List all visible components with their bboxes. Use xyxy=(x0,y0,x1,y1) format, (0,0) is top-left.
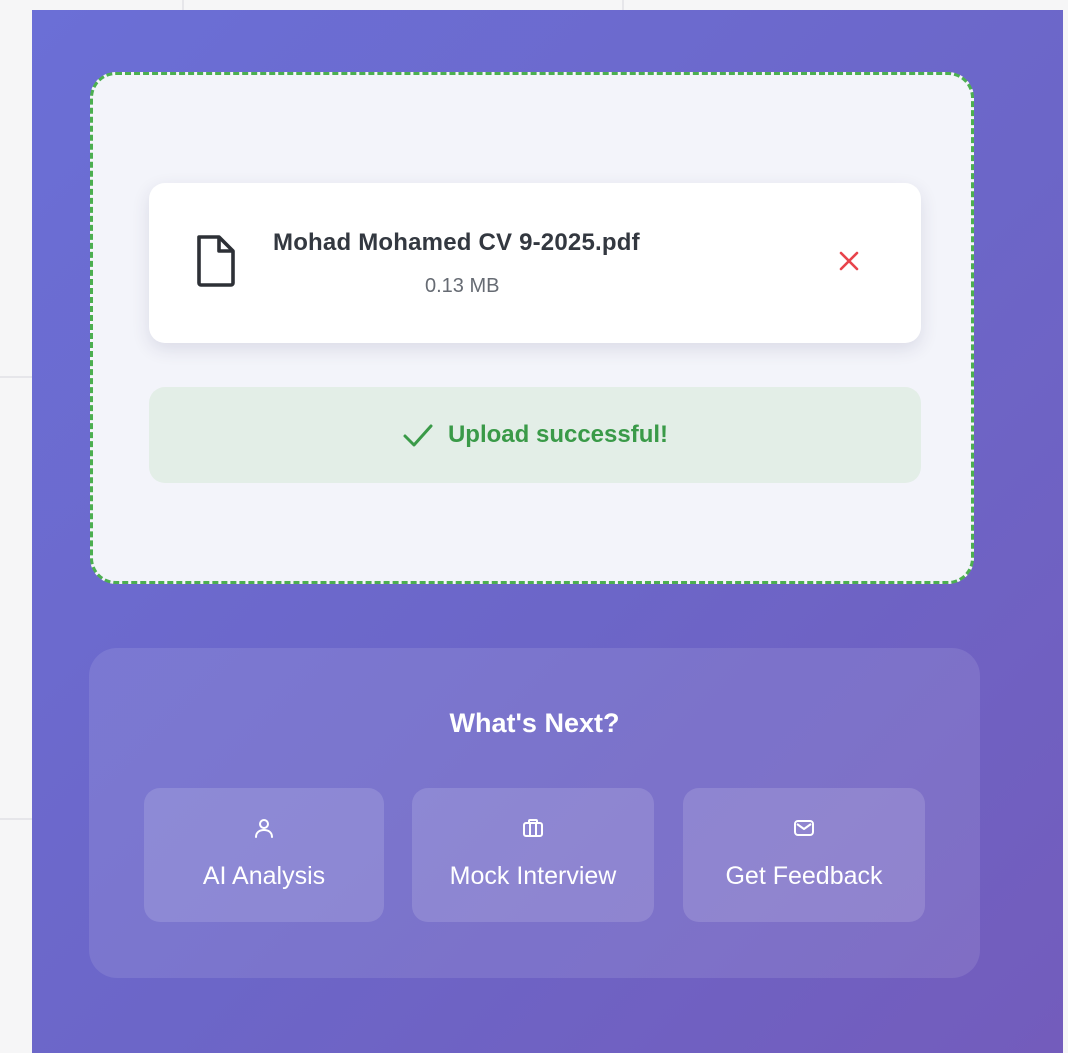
card-label: Mock Interview xyxy=(449,862,617,890)
file-icon xyxy=(197,235,235,287)
mail-icon xyxy=(794,820,814,836)
file-name: Mohad Mohamed CV 9-2025.pdf xyxy=(273,229,640,256)
remove-file-button[interactable] xyxy=(831,243,867,279)
user-icon xyxy=(255,819,273,838)
background-divider xyxy=(182,0,184,10)
ai-analysis-card[interactable]: AI Analysis xyxy=(144,788,384,922)
card-label: Get Feedback xyxy=(725,862,883,890)
file-size: 0.13 MB xyxy=(425,275,500,297)
briefcase-icon xyxy=(523,819,543,837)
background-divider xyxy=(0,818,32,820)
mock-interview-card[interactable]: Mock Interview xyxy=(412,788,654,922)
background-divider xyxy=(622,0,624,10)
uploaded-file-card: Mohad Mohamed CV 9-2025.pdf 0.13 MB xyxy=(149,183,921,343)
file-drop-zone[interactable]: Mohad Mohamed CV 9-2025.pdf 0.13 MB Uplo… xyxy=(90,72,974,584)
success-message: Upload successful! xyxy=(447,421,669,448)
get-feedback-card[interactable]: Get Feedback xyxy=(683,788,925,922)
card-label: AI Analysis xyxy=(202,862,326,890)
checkmark-icon xyxy=(403,424,433,447)
background-divider xyxy=(0,376,32,378)
close-icon xyxy=(839,251,859,271)
upload-success-banner: Upload successful! xyxy=(149,387,921,483)
upload-panel: Mohad Mohamed CV 9-2025.pdf 0.13 MB Uplo… xyxy=(32,10,1063,1053)
whats-next-section: What's Next? AI Analysis Mock Interview … xyxy=(89,648,980,978)
section-title: What's Next? xyxy=(449,708,620,738)
